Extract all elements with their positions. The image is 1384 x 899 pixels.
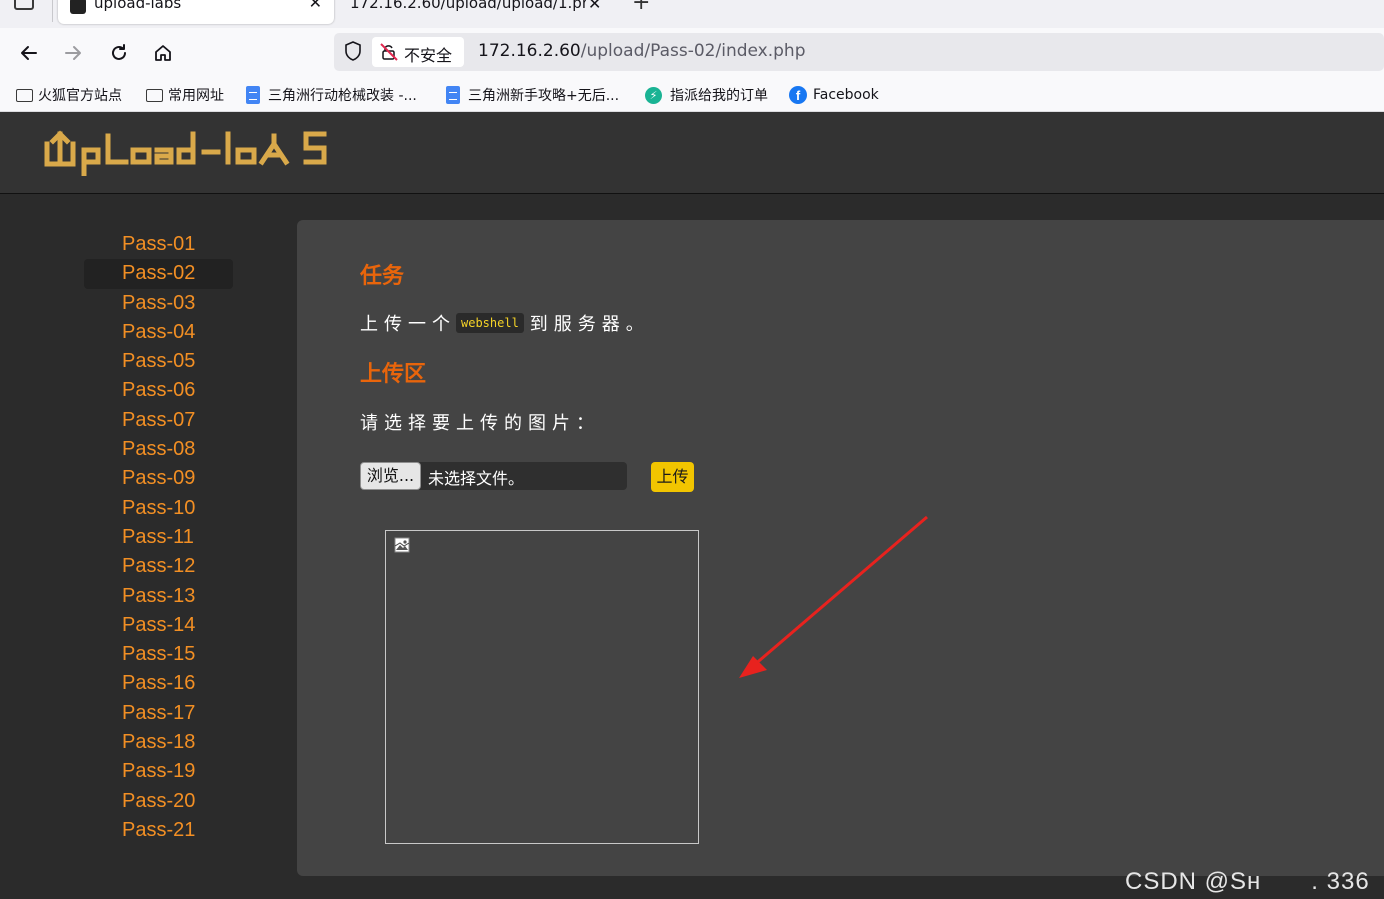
task-description: 上传一个 webshell 到服务器。: [360, 310, 650, 336]
url-host: 172.16.2.60: [478, 41, 581, 61]
sidebar-item-pass-09[interactable]: Pass-09: [84, 464, 233, 493]
bookmark-label: 指派给我的订单: [670, 88, 768, 104]
bookmark-facebook[interactable]: f Facebook: [789, 85, 879, 105]
tab-separator: [52, 0, 53, 22]
sidebar-item-pass-05[interactable]: Pass-05: [84, 347, 233, 376]
upload-labs-logo-icon: [44, 130, 327, 177]
doc-icon: [246, 86, 260, 104]
sidebar-item-pass-19[interactable]: Pass-19: [84, 757, 233, 786]
sidebar-item-pass-10[interactable]: Pass-10: [84, 494, 233, 523]
bookmarks-toolbar: 火狐官方站点 常用网址 三角洲行动枪械改装 -... 三角洲新手攻略+无后...…: [0, 78, 1384, 112]
task-suffix: 到服务器。: [529, 314, 650, 335]
tab-upload-labs[interactable]: upload-labs ✕: [58, 0, 334, 24]
facebook-icon: f: [789, 86, 807, 104]
sidebar-item-pass-01[interactable]: Pass-01: [84, 230, 233, 259]
new-tab-plus-icon[interactable]: +: [632, 0, 650, 15]
folder-icon: [146, 88, 163, 102]
bookmark-label: 常用网址: [168, 88, 224, 104]
sidebar-item-pass-16[interactable]: Pass-16: [84, 669, 233, 698]
page: Pass-01 Pass-02 Pass-03 Pass-04 Pass-05 …: [0, 112, 1384, 899]
forward-arrow-icon[interactable]: [58, 38, 88, 68]
bookmark-doc-2[interactable]: 三角洲新手攻略+无后...: [446, 85, 619, 105]
green-bolt-icon: ⚡: [645, 86, 662, 104]
sidebar-toggle-icon[interactable]: [14, 0, 34, 10]
url-text[interactable]: 172.16.2.60/upload/Pass-02/index.php: [478, 41, 806, 61]
close-icon[interactable]: ✕: [588, 0, 601, 13]
tab-title: upload-labs: [94, 0, 182, 12]
back-arrow-icon[interactable]: [14, 38, 44, 68]
sidebar-item-pass-11[interactable]: Pass-11: [84, 523, 233, 552]
sidebar-item-pass-18[interactable]: Pass-18: [84, 728, 233, 757]
home-icon[interactable]: [148, 38, 178, 68]
insecure-lock-icon: [380, 43, 398, 61]
broken-image-icon: [394, 537, 410, 553]
shield-icon[interactable]: [344, 41, 362, 61]
navigation-bar: 不安全 172.16.2.60/upload/Pass-02/index.php: [0, 28, 1384, 78]
sidebar-item-pass-17[interactable]: Pass-17: [84, 699, 233, 728]
site-header: [0, 112, 1384, 194]
main-content: 任务 上传一个 webshell 到服务器。 上传区 请选择要上传的图片： 浏览…: [297, 220, 1384, 876]
sidebar-item-pass-12[interactable]: Pass-12: [84, 552, 233, 581]
uploaded-image-preview: [385, 530, 699, 844]
webshell-code: webshell: [456, 313, 524, 333]
sidebar-item-pass-04[interactable]: Pass-04: [84, 318, 233, 347]
task-title: 任务: [360, 264, 405, 289]
sidebar-item-pass-03[interactable]: Pass-03: [84, 289, 233, 318]
sidebar-item-pass-08[interactable]: Pass-08: [84, 435, 233, 464]
sidebar-item-pass-02[interactable]: Pass-02: [84, 259, 233, 289]
url-path: /upload/Pass-02/index.php: [580, 41, 806, 61]
bookmark-firefox-sites[interactable]: 火狐官方站点: [16, 85, 122, 105]
upload-button[interactable]: 上传: [651, 462, 694, 492]
no-file-selected-label: 未选择文件。: [428, 469, 525, 488]
close-icon[interactable]: ✕: [309, 0, 322, 12]
tab-bar: upload-labs ✕ 172.16.2.60/upload/upload/…: [0, 0, 1384, 28]
security-label: 不安全: [404, 46, 453, 65]
bookmark-label: 三角洲行动枪械改装 -...: [268, 88, 417, 104]
reload-icon[interactable]: [104, 38, 134, 68]
bookmark-label: 三角洲新手攻略+无后...: [468, 88, 620, 104]
folder-icon: [16, 88, 33, 102]
bookmark-common-sites[interactable]: 常用网址: [146, 85, 224, 105]
bookmark-my-orders[interactable]: ⚡ 指派给我的订单: [645, 85, 768, 105]
sidebar-item-pass-07[interactable]: Pass-07: [84, 406, 233, 435]
sidebar-item-pass-14[interactable]: Pass-14: [84, 611, 233, 640]
bookmark-label: Facebook: [813, 87, 879, 103]
upload-area-title: 上传区: [360, 362, 427, 387]
security-indicator[interactable]: 不安全: [372, 37, 464, 67]
sidebar-item-pass-15[interactable]: Pass-15: [84, 640, 233, 669]
browse-button[interactable]: 浏览...: [360, 462, 421, 490]
pass-sidebar: Pass-01 Pass-02 Pass-03 Pass-04 Pass-05 …: [84, 230, 233, 845]
tab-uploaded-file[interactable]: 172.16.2.60/upload/upload/1.php: [350, 0, 586, 12]
csdn-watermark: CSDN @Sн . 336: [1125, 868, 1370, 895]
file-input[interactable]: 浏览... 未选择文件。: [360, 462, 627, 490]
task-prefix: 上传一个: [360, 314, 456, 335]
site-logo[interactable]: [44, 128, 328, 180]
sidebar-item-pass-21[interactable]: Pass-21: [84, 816, 233, 845]
bookmark-label: 火狐官方站点: [38, 88, 122, 104]
sidebar-item-pass-13[interactable]: Pass-13: [84, 582, 233, 611]
sidebar-item-pass-06[interactable]: Pass-06: [84, 376, 233, 405]
bookmark-doc-1[interactable]: 三角洲行动枪械改装 -...: [246, 85, 417, 105]
sidebar-item-pass-20[interactable]: Pass-20: [84, 787, 233, 816]
address-bar[interactable]: 不安全 172.16.2.60/upload/Pass-02/index.php: [334, 33, 1384, 71]
select-image-prompt: 请选择要上传的图片：: [360, 413, 600, 434]
doc-icon: [446, 86, 460, 104]
tab-favicon-icon: [70, 0, 86, 14]
